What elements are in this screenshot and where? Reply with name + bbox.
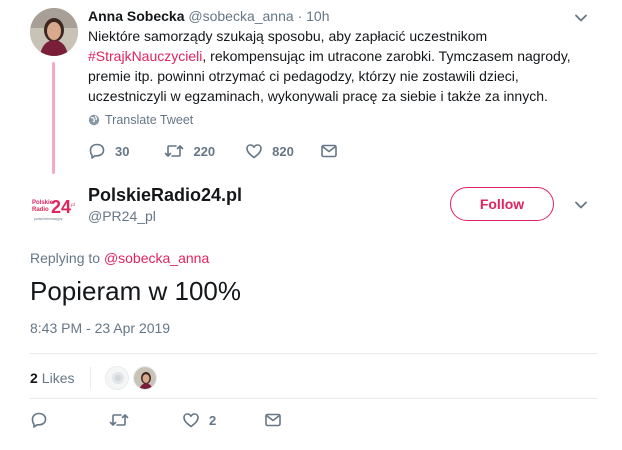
envelope-icon — [264, 411, 282, 429]
like-count: 820 — [272, 143, 294, 159]
globe-icon — [88, 114, 100, 126]
translate-label: Translate Tweet — [105, 113, 194, 127]
tweet-text: Popieram w 100% — [30, 276, 241, 306]
reply-action[interactable]: 30 — [88, 142, 129, 160]
liker-avatar[interactable] — [105, 366, 130, 390]
tweet-text-part: Niektóre samorządy szukają sposobu, aby … — [88, 28, 488, 44]
replying-to: Replying to @sobecka_anna — [30, 250, 209, 266]
translate-tweet-link[interactable]: Translate Tweet — [88, 113, 193, 127]
author-handle[interactable]: @sobecka_anna — [188, 8, 293, 24]
tweet-header: Anna Sobecka @sobecka_anna · 10h — [88, 8, 329, 24]
divider — [30, 353, 598, 354]
replying-prefix: Replying to — [30, 250, 104, 266]
heart-icon — [245, 142, 263, 160]
likes-label[interactable]: Likes — [42, 370, 75, 386]
likes-summary: 2 Likes — [30, 366, 158, 390]
divider — [30, 398, 598, 399]
like-count: 2 — [209, 412, 217, 428]
tweet-actions: 30 220 820 — [88, 142, 338, 160]
author-name[interactable]: PolskieRadio24.pl — [88, 185, 242, 206]
reply-icon — [30, 411, 48, 429]
retweet-icon — [109, 411, 129, 429]
retweet-count: 220 — [193, 143, 216, 159]
replying-handle-link[interactable]: @sobecka_anna — [104, 250, 209, 266]
likes-count[interactable]: 2 — [30, 370, 38, 386]
author-name[interactable]: Anna Sobecka — [88, 8, 184, 24]
divider — [90, 367, 92, 389]
author-handle[interactable]: @PR24_pl — [88, 208, 156, 224]
reply-icon — [88, 142, 106, 160]
author-avatar[interactable] — [30, 8, 78, 56]
logo-text-radio: Radio — [32, 207, 49, 213]
logo-tagline: portal informacyjny — [34, 217, 63, 221]
chevron-down-icon[interactable] — [573, 197, 589, 213]
tweet-actions: 2 — [30, 411, 282, 429]
logo-number: 24 — [51, 197, 71, 217]
direct-message-action[interactable] — [320, 142, 338, 160]
polskieradio24-logo[interactable]: Polskie Radio 24 .pl portal informacyjny — [30, 186, 78, 234]
retweet-action[interactable] — [109, 411, 129, 429]
reply-count: 30 — [115, 143, 130, 159]
envelope-icon — [320, 142, 338, 160]
retweet-icon — [164, 142, 184, 160]
logo-suffix: .pl — [70, 202, 75, 207]
tweet-timestamp[interactable]: 8:43 PM - 23 Apr 2019 — [30, 320, 170, 336]
reply-action[interactable] — [30, 411, 48, 429]
direct-message-action[interactable] — [264, 411, 282, 429]
thread-line — [52, 62, 55, 174]
chevron-down-icon[interactable] — [573, 10, 589, 26]
follow-button[interactable]: Follow — [450, 187, 554, 221]
retweet-action[interactable]: 220 — [164, 142, 215, 160]
like-action[interactable]: 820 — [245, 142, 294, 160]
tweet-time[interactable]: 10h — [306, 8, 329, 24]
heart-icon — [182, 411, 200, 429]
hashtag-link[interactable]: #StrajkNauczycieli — [88, 48, 202, 64]
like-action[interactable]: 2 — [182, 411, 216, 429]
liker-avatar[interactable] — [133, 366, 158, 390]
tweet-text: Niektóre samorządy szukają sposobu, aby … — [88, 26, 593, 106]
dot-separator: · — [297, 8, 303, 24]
